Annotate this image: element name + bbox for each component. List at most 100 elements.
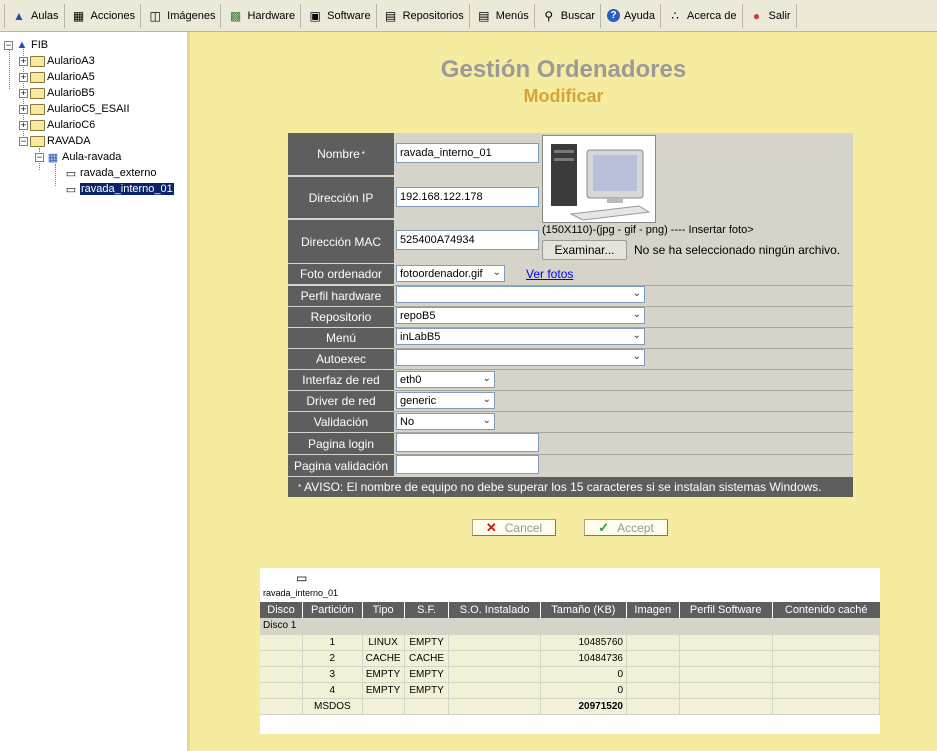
toolbar-menus-button[interactable]: ▤ Menús <box>468 3 534 28</box>
ver-fotos-link[interactable]: Ver fotos <box>526 267 573 281</box>
menu-select[interactable]: inLabB5 ⌄ <box>396 328 645 345</box>
chevron-down-icon: ⌄ <box>482 373 491 384</box>
col-tipo: Tipo <box>362 602 405 618</box>
chevron-down-icon: ⌄ <box>632 288 641 299</box>
col-sf: S.F. <box>404 602 450 618</box>
network-icon: ▲ <box>16 39 28 51</box>
chevron-down-icon: ⌄ <box>482 394 491 405</box>
cancel-icon: ✕ <box>485 519 497 535</box>
toolbar-hardware-button[interactable]: ▩ Hardware <box>220 3 300 28</box>
mac-label: Dirección MAC <box>288 220 394 263</box>
collapse-icon[interactable]: − <box>4 40 13 50</box>
disk-computer-name: ravada_interno_01 <box>263 588 339 598</box>
main-toolbar: ▲ Aulas ▦ Acciones ◫ Imágenes ▩ Hardware ▣ So… <box>0 0 937 32</box>
hardware-icon: ▩ <box>229 8 242 23</box>
tree-aula-item[interactable]: + AularioB5 <box>19 85 95 101</box>
col-perfil: Perfil Software <box>679 602 773 618</box>
expand-icon[interactable]: + <box>19 120 28 130</box>
tree-connector <box>55 164 56 186</box>
main-content: Gestión Ordenadores Modificar Nombre * ra… <box>190 32 937 751</box>
tree-aula-item[interactable]: − RAVADA <box>19 133 91 149</box>
collapse-icon[interactable]: − <box>35 152 44 162</box>
toolbar-salir-button[interactable]: ● Salir <box>741 3 797 28</box>
tree-computer-item[interactable]: ▭ ravada_externo <box>64 165 157 181</box>
tree-group-item[interactable]: − ▦ Aula-ravada <box>35 149 121 165</box>
tree-aula-item[interactable]: + AularioA5 <box>19 69 95 85</box>
classroom-icon: ▦ <box>47 151 59 164</box>
disk-header: ▭ ravada_interno_01 <box>260 568 880 602</box>
perfil-label: Perfil hardware <box>288 286 394 306</box>
perfil-hardware-select[interactable]: ⌄ <box>396 286 645 303</box>
table-row: 4 EMPTY EMPTY 0 <box>260 682 881 699</box>
tree-aula-item[interactable]: + AularioA3 <box>19 53 95 69</box>
driver-select[interactable]: generic ⌄ <box>396 392 495 409</box>
page-subtitle: Modificar <box>523 86 604 106</box>
computer-icon: ▭ <box>296 571 308 585</box>
accept-button[interactable]: ✓ Accept <box>584 519 668 536</box>
repositorio-select[interactable]: repoB5 ⌄ <box>396 307 645 324</box>
ip-label: Dirección IP <box>288 177 394 218</box>
expand-icon[interactable]: + <box>19 88 28 98</box>
toolbar-imagenes-button[interactable]: ◫ Imágenes <box>140 3 220 28</box>
col-particion: Partición <box>302 602 363 618</box>
col-cache: Contenido caché <box>772 602 880 618</box>
pagina-validacion-input[interactable] <box>396 455 539 474</box>
validacion-select[interactable]: No ⌄ <box>396 413 495 430</box>
expand-icon[interactable]: + <box>19 104 28 114</box>
expand-icon[interactable]: + <box>19 56 28 66</box>
toolbar-ayuda-button[interactable]: ? Ayuda <box>600 3 660 28</box>
ip-input[interactable]: 192.168.122.178 <box>396 187 539 207</box>
search-icon: ⚲ <box>544 8 554 23</box>
tree-aula-item[interactable]: + AularioC6 <box>19 117 95 133</box>
col-so: S.O. Instalado <box>448 602 541 618</box>
autoexec-select[interactable]: ⌄ <box>396 349 645 366</box>
toolbar-aulas-button[interactable]: ▲ Aulas <box>4 3 64 28</box>
mac-input[interactable]: 525400A74934 <box>396 230 539 250</box>
toolbar-acerca-button[interactable]: ∴ Acerca de <box>660 3 742 28</box>
tree-aula-item[interactable]: + AularioC5_ESAII <box>19 101 130 117</box>
collapse-icon[interactable]: − <box>19 136 28 146</box>
tree-computer-item-selected[interactable]: ▭ ravada_interno_01 <box>64 181 174 197</box>
folder-icon <box>30 103 45 115</box>
pagina-login-input[interactable] <box>396 433 539 452</box>
row-divider <box>394 390 853 391</box>
computer-icon: ▭ <box>65 183 77 196</box>
partition-table: Disco Partición Tipo S.F. S.O. Instalado… <box>260 602 881 715</box>
tree-root[interactable]: − ▲ FIB <box>4 37 48 53</box>
col-disco: Disco <box>260 602 304 618</box>
iface-label: Interfaz de red <box>288 370 394 390</box>
photo-hint: (150X110)-(jpg - gif - png) ---- Inserta… <box>542 224 754 236</box>
cancel-button[interactable]: ✕ Cancel <box>472 519 556 536</box>
menu-label: Menú <box>288 328 394 348</box>
toolbar-acciones-button[interactable]: ▦ Acciones <box>63 3 141 28</box>
toolbar-software-button[interactable]: ▣ Software <box>300 3 375 28</box>
classrooms-icon: ▲ <box>13 8 25 23</box>
valid-label: Validación <box>288 412 394 432</box>
computer-icon: ▭ <box>65 167 77 180</box>
exit-icon: ● <box>752 8 761 23</box>
pvalid-label: Pagina validación <box>288 455 394 476</box>
foto-label: Foto ordenador <box>288 264 394 284</box>
actions-icon: ▦ <box>72 8 85 23</box>
foto-select[interactable]: fotoordenador.gif ⌄ <box>396 265 505 282</box>
disk-row: Disco 1 <box>260 618 880 635</box>
interfaz-select[interactable]: eth0 ⌄ <box>396 371 495 388</box>
chevron-down-icon: ⌄ <box>632 330 641 341</box>
check-icon: ✓ <box>598 519 610 535</box>
login-label: Pagina login <box>288 433 394 454</box>
about-icon: ∴ <box>671 8 679 23</box>
browse-button[interactable]: Examinar... <box>542 240 627 260</box>
chevron-down-icon: ⌄ <box>492 267 501 278</box>
nombre-input[interactable]: ravada_interno_01 <box>396 143 539 163</box>
folder-icon <box>30 135 45 147</box>
table-row: 3 EMPTY EMPTY 0 <box>260 666 881 683</box>
table-row: 1 LINUX EMPTY 10485760 <box>260 634 881 651</box>
software-icon: ▣ <box>309 8 321 23</box>
computer-photo-image <box>551 144 651 221</box>
no-file-text: No se ha seleccionado ningún archivo. <box>634 243 841 257</box>
toolbar-buscar-button[interactable]: ⚲ Buscar <box>533 3 600 28</box>
autoexec-label: Autoexec <box>288 349 394 369</box>
table-row: 2 CACHE CACHE 10484736 <box>260 650 881 667</box>
expand-icon[interactable]: + <box>19 72 28 82</box>
toolbar-repositorios-button[interactable]: ▤ Repositorios <box>375 3 469 28</box>
